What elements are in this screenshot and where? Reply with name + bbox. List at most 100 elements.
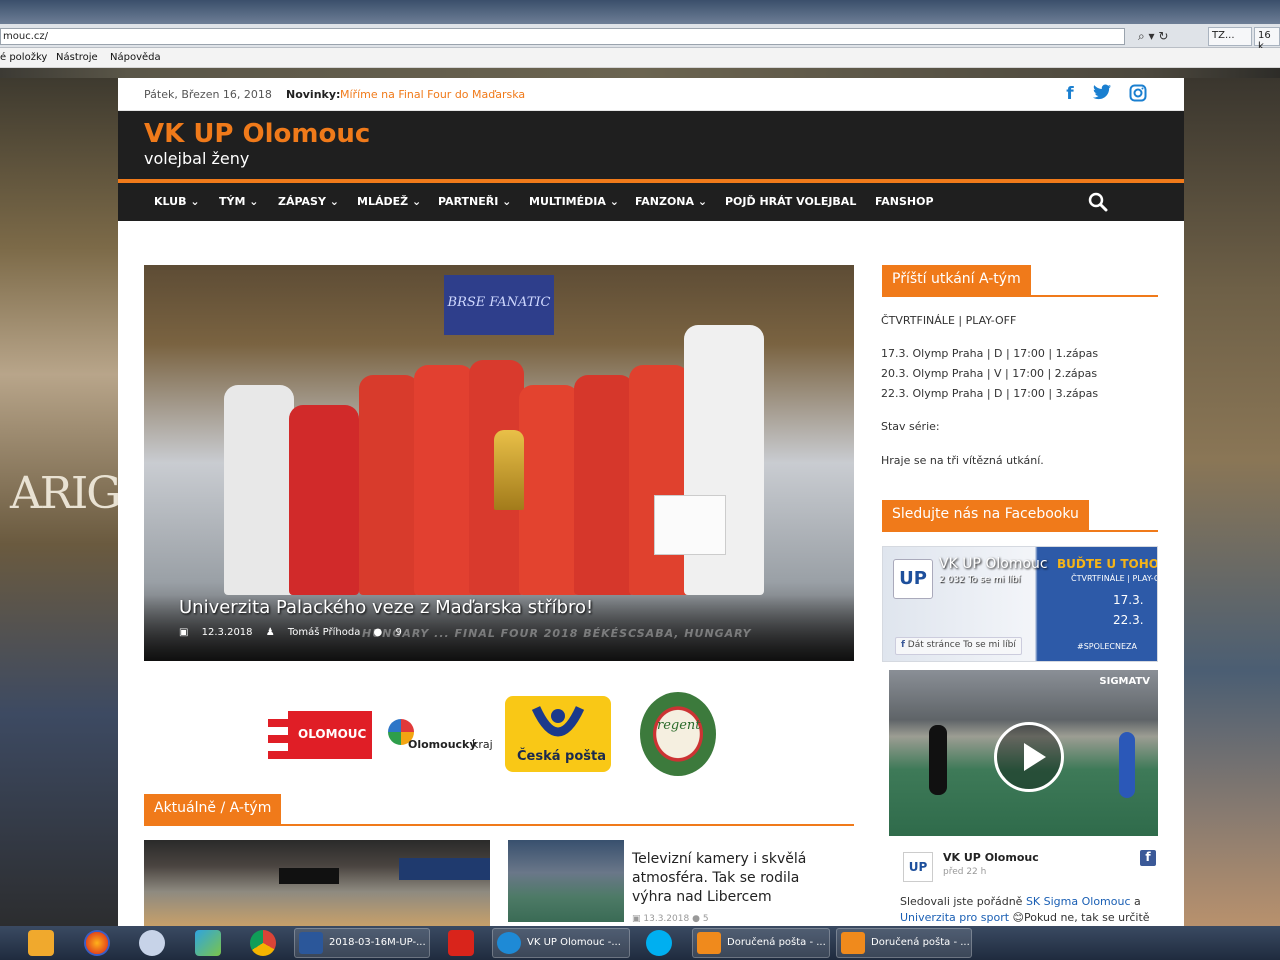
sponsor-banner-cez	[399, 858, 490, 880]
team-member	[289, 405, 359, 595]
sponsor-ceska-posta-logo[interactable]: Česká pošta	[505, 696, 611, 772]
search-icon[interactable]	[1088, 192, 1108, 212]
twitter-icon[interactable]	[1092, 84, 1112, 104]
taskbar-ie-window[interactable]: VK UP Olomouc -...	[492, 928, 630, 958]
background-photo-right	[1184, 78, 1280, 926]
taskbar-outlook-label-2: Doručená pošta - ...	[871, 937, 970, 948]
match-2: 20.3. Olymp Praha | V | 17:00 | 2.zápas	[881, 367, 1098, 380]
hero-slide[interactable]: BRSE FANATIC Univerzita Palackého veze z…	[144, 265, 854, 661]
thunderbird-icon[interactable]	[139, 930, 165, 956]
nav-item-mladez[interactable]: MLÁDEŽ ⌄	[357, 195, 421, 208]
article-comments[interactable]: 5	[703, 914, 709, 924]
media-player-icon[interactable]	[28, 930, 54, 956]
match-phase: ČTVRTFINÁLE | PLAY-OFF	[881, 314, 1017, 327]
user-icon: ♟	[265, 627, 275, 638]
menu-tools[interactable]: Nástroje	[56, 52, 98, 63]
post-link-univerzita[interactable]: Univerzita pro sport	[900, 911, 1009, 924]
team-member	[519, 385, 579, 595]
chevron-down-icon: ⌄	[411, 195, 422, 208]
facebook-icon[interactable]: f	[1060, 84, 1080, 104]
post-text-c: 😊Pokud ne, tak se určitě	[1009, 911, 1150, 924]
menu-favorites[interactable]: é položky	[0, 52, 47, 63]
instagram-icon[interactable]	[1128, 84, 1148, 104]
chevron-down-icon: ⌄	[502, 195, 512, 208]
article-meta: ▣ 13.3.2018 ● 5	[632, 914, 709, 924]
article-title[interactable]: Televizní kamery i skvělá atmosféra. Tak…	[632, 850, 832, 907]
team-member	[574, 375, 634, 595]
taskbar-ie-label: VK UP Olomouc -...	[527, 937, 621, 948]
facebook-icon[interactable]: f	[1140, 850, 1156, 866]
news-section-label[interactable]: Aktuálně / A-tým	[144, 794, 282, 824]
fb-like-button[interactable]: f Dát stránce To se mi líbí	[895, 637, 1022, 655]
taskbar-outlook-label-1: Doručená pošta - ...	[727, 937, 826, 948]
chevron-down-icon: ⌄	[249, 195, 259, 208]
video-player[interactable]: SIGMATV	[889, 670, 1158, 836]
search-refresh-controls[interactable]: ⌕ ▾ ↻	[1138, 29, 1168, 44]
site-tagline: volejbal ženy	[144, 149, 250, 168]
photos-icon[interactable]	[195, 930, 221, 956]
nav-item-pojd-hrat[interactable]: POJĎ HRÁT VOLEJBAL	[725, 195, 856, 208]
nav-item-fanshop[interactable]: FANSHOP	[875, 195, 934, 208]
nav-label: ZÁPASY	[278, 195, 326, 208]
taskbar-outlook-window-2[interactable]: Doručená pošta - ...	[836, 928, 972, 958]
calendar-icon: ▣	[179, 627, 189, 638]
taskbar-word-window[interactable]: 2018-03-16M-UP-...	[294, 928, 430, 958]
post-text: Sledovali jste pořádně SK Sigma Olomouc …	[900, 894, 1158, 926]
facebook-section-label: Sledujte nás na Facebooku	[882, 500, 1089, 530]
browser-tab-1[interactable]: TZ...	[1208, 27, 1252, 46]
sponsor-kraj-logo[interactable]: Olomoucký kraj	[384, 711, 496, 759]
nav-item-multimedia[interactable]: MULTIMÉDIA ⌄	[529, 195, 619, 208]
nav-label: MULTIMÉDIA	[529, 195, 606, 208]
menu-help[interactable]: Nápověda	[110, 52, 161, 63]
club-logo-icon: UP	[903, 852, 933, 882]
next-match-header: Příští utkání A-tým	[882, 265, 1158, 297]
skype-icon[interactable]	[646, 930, 672, 956]
nav-label: PARTNEŘI	[438, 195, 499, 208]
fb-likes: 2 032 To se mi líbí	[939, 575, 1021, 585]
fan-banner: BRSE FANATIC	[444, 275, 554, 335]
sponsor-regent-logo[interactable]: regent	[626, 688, 730, 780]
nav-item-klub[interactable]: KLUB ⌄	[154, 195, 200, 208]
sponsor-banner-adidas	[279, 868, 339, 884]
site-title[interactable]: VK UP Olomouc	[144, 119, 370, 149]
chevron-down-icon: ⌄	[190, 195, 200, 208]
article-thumbnail-1[interactable]	[144, 840, 490, 926]
chrome-icon[interactable]	[250, 930, 276, 956]
play-icon[interactable]	[994, 722, 1064, 792]
nav-item-partneri[interactable]: PARTNEŘI ⌄	[438, 195, 511, 208]
nav-item-fanzona[interactable]: FANZONA ⌄	[635, 195, 707, 208]
post-link-sigma[interactable]: SK Sigma Olomouc	[1026, 895, 1131, 908]
sponsor-kraj-label-2: kraj	[472, 738, 493, 751]
windows-taskbar: 2018-03-16M-UP-... VK UP Olomouc -... Do…	[0, 926, 1280, 960]
video-player-figure	[1119, 732, 1135, 798]
browser-tab-2[interactable]: 16 k	[1254, 27, 1280, 52]
browser-menubar: é položky Nástroje Nápověda	[0, 48, 1280, 68]
news-ticker-link[interactable]: Míříme na Final Four do Maďarska	[340, 88, 525, 101]
post-author[interactable]: VK UP Olomouc	[943, 851, 1039, 864]
hero-date: 12.3.2018	[201, 627, 253, 638]
firefox-icon[interactable]	[84, 930, 110, 956]
match-1: 17.3. Olymp Praha | D | 17:00 | 1.zápas	[881, 347, 1099, 360]
hero-author[interactable]: Tomáš Příhoda	[288, 627, 360, 638]
article-thumbnail-2[interactable]	[508, 840, 624, 922]
nav-item-tym[interactable]: TÝM ⌄	[219, 195, 258, 208]
word-icon	[299, 932, 323, 954]
outlook-icon	[841, 932, 865, 954]
sponsor-olomouc-logo[interactable]: OLOMOUC	[268, 711, 372, 759]
club-logo-icon: UP	[893, 559, 933, 599]
nav-label: MLÁDEŽ	[357, 195, 409, 208]
nav-item-zapasy[interactable]: ZÁPASY ⌄	[278, 195, 339, 208]
taskbar-outlook-window-1[interactable]: Doručená pošta - ...	[692, 928, 830, 958]
hero-title[interactable]: Univerzita Palackého veze z Maďarska stř…	[179, 597, 593, 618]
comment-icon: ●	[373, 627, 383, 638]
fb-banner-sub: ČTVRTFINÁLE | PLAY-O	[1071, 574, 1158, 583]
fb-page-name[interactable]: VK UP Olomouc	[939, 556, 1048, 572]
facebook-page-widget[interactable]: UP VK UP Olomouc 2 032 To se mi líbí BUĎ…	[882, 546, 1158, 662]
hero-comments[interactable]: 9	[395, 627, 401, 638]
site-header: VK UP Olomouc volejbal ženy	[118, 111, 1184, 179]
address-input[interactable]: mouc.cz/	[0, 28, 1125, 45]
fb-banner-date-1: 17.3.	[1113, 593, 1144, 607]
sponsor-ceska-posta-label: Česká pošta	[517, 749, 607, 764]
acrobat-icon[interactable]	[448, 930, 474, 956]
nav-label: KLUB	[154, 195, 187, 208]
